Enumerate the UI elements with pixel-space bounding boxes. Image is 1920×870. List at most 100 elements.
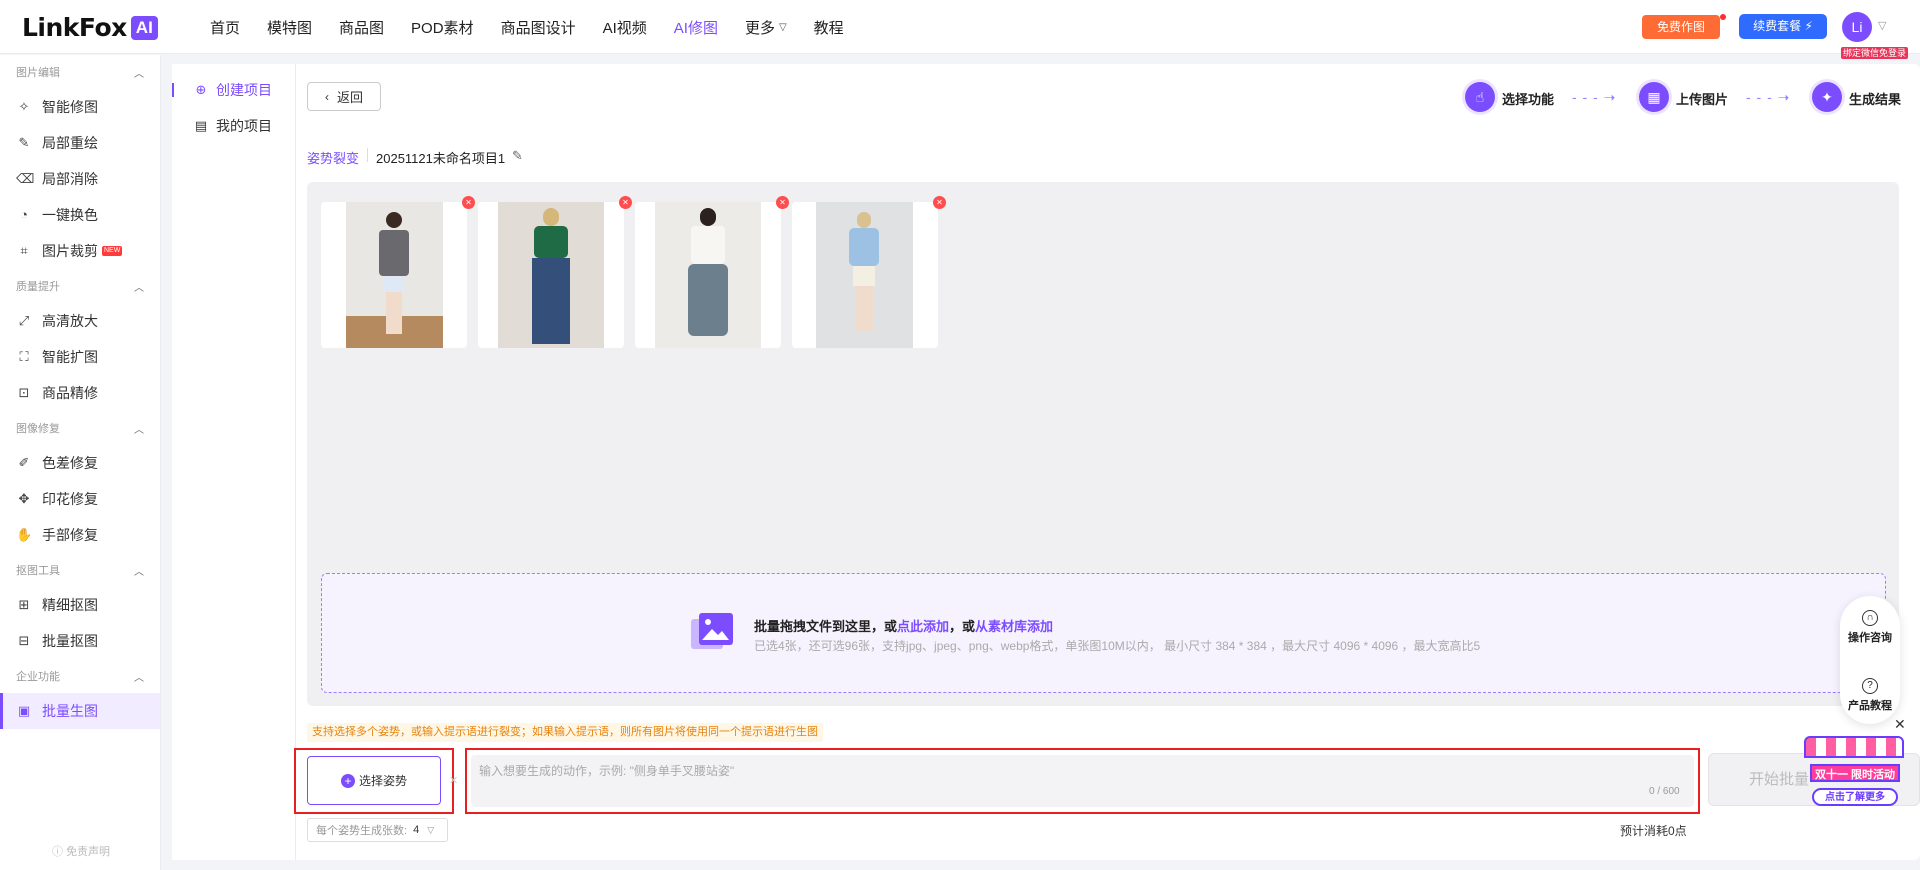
estimated-cost: 预计消耗0点 bbox=[1620, 824, 1687, 838]
project-name: 20251121未命名项目1 bbox=[376, 151, 506, 166]
sidebar-item-recolor[interactable]: ◔ 一键换色 bbox=[0, 197, 160, 233]
nav-model[interactable]: 模特图 bbox=[267, 17, 312, 38]
sidebar-group-enterprise[interactable]: 企业功能 ︿ bbox=[0, 659, 160, 693]
images-per-pose-select[interactable]: 每个姿势生成张数: 4 ▽ bbox=[307, 818, 448, 842]
create-project-label: 创建项目 bbox=[216, 82, 272, 98]
person-sweater bbox=[849, 228, 879, 266]
promo-widget[interactable]: 双十一 限时活动 点击了解更多 bbox=[1800, 726, 1908, 816]
sidebar-item-crop[interactable]: ⌗ 图片裁剪 NEW bbox=[0, 233, 160, 269]
sidebar-item-label: 手部修复 bbox=[42, 527, 98, 543]
lightbulb-icon: ✦ bbox=[1812, 82, 1842, 112]
chevron-left-icon: ‹ bbox=[324, 89, 329, 104]
add-from-library-link[interactable]: 从素材库添加 bbox=[975, 619, 1053, 634]
sidebar-item-label: 批量生图 bbox=[42, 703, 98, 719]
nav-home[interactable]: 首页 bbox=[210, 17, 240, 38]
delete-icon[interactable]: ✕ bbox=[933, 196, 946, 209]
dropzone-subtitle: 已选4张，还可选96张，支持jpg、jpeg、png、webp格式，单张图10M… bbox=[754, 639, 1481, 653]
pattern-fix-icon: ✥ bbox=[18, 491, 30, 506]
sidebar-item-refine[interactable]: ⊡ 商品精修 bbox=[0, 375, 160, 411]
nav-tutorial[interactable]: 教程 bbox=[814, 17, 844, 38]
my-projects-label: 我的项目 bbox=[216, 118, 272, 134]
action-prompt-input[interactable] bbox=[471, 755, 1694, 807]
char-counter: 0 / 600 bbox=[1649, 786, 1680, 797]
disclaimer-link[interactable]: ⓘ 免责声明 bbox=[52, 843, 110, 859]
upload-image-icon: ▦ bbox=[1639, 82, 1669, 112]
notification-dot bbox=[1720, 14, 1726, 20]
sidebar-item-smart-retouch[interactable]: ✧ 智能修图 bbox=[0, 89, 160, 125]
sidebar-item-batch-cutout[interactable]: ⊟ 批量抠图 bbox=[0, 623, 160, 659]
delete-icon[interactable]: ✕ bbox=[619, 196, 632, 209]
upload-dropzone[interactable] bbox=[321, 573, 1886, 693]
chevron-up-icon: ︿ bbox=[134, 567, 144, 578]
color-swap-icon: ◔ bbox=[20, 207, 28, 222]
tutorial-button[interactable]: ? 产品教程 bbox=[1840, 678, 1900, 713]
consult-button[interactable]: ∩ 操作咨询 bbox=[1840, 610, 1900, 645]
image-thumbnail[interactable]: ✕ bbox=[478, 196, 632, 348]
floating-help-panel: ∩ 操作咨询 ? 产品教程 bbox=[1840, 596, 1900, 724]
person-head bbox=[386, 212, 402, 228]
sidebar-item-fine-cutout[interactable]: ⊞ 精细抠图 bbox=[0, 587, 160, 623]
close-icon[interactable]: ✕ bbox=[1894, 716, 1906, 733]
avatar[interactable]: Li bbox=[1842, 12, 1872, 42]
sidebar-item-hand-fix[interactable]: ✋ 手部修复 bbox=[0, 517, 160, 553]
plus-circle-icon: ⊕ bbox=[195, 82, 207, 97]
promo-learn-more-button[interactable]: 点击了解更多 bbox=[1812, 788, 1898, 806]
my-projects-item[interactable]: ▤ 我的项目 bbox=[172, 111, 296, 141]
edit-icon: ✎ bbox=[18, 135, 30, 150]
chevron-down-icon[interactable]: ▽ bbox=[1878, 19, 1886, 32]
create-project-item[interactable]: ⊕ 创建项目 bbox=[172, 75, 296, 105]
sidebar-group-title: 质量提升 bbox=[16, 281, 60, 293]
consult-label: 操作咨询 bbox=[1848, 632, 1892, 644]
nav-more-label: 更多 bbox=[744, 19, 775, 37]
sidebar-item-label: 局部消除 bbox=[42, 171, 98, 187]
bind-wechat-badge[interactable]: 绑定微信免登录 bbox=[1841, 47, 1909, 59]
renew-plan-label: 续费套餐 bbox=[1753, 19, 1802, 33]
image-thumbnail[interactable]: ✕ bbox=[321, 196, 475, 348]
free-generate-button[interactable]: 免费作图 bbox=[1642, 15, 1720, 39]
image-thumbnail[interactable]: ✕ bbox=[635, 196, 789, 348]
tutorial-label: 产品教程 bbox=[1848, 700, 1892, 712]
step-arrow-icon: - - - ➝ bbox=[1746, 89, 1791, 105]
renew-plan-button[interactable]: 续费套餐 ⚡ bbox=[1739, 14, 1827, 39]
batch-cutout-icon: ⊟ bbox=[18, 633, 30, 648]
upscale-icon: ⤢ bbox=[18, 313, 30, 328]
delete-icon[interactable]: ✕ bbox=[462, 196, 475, 209]
close-icon[interactable]: ✕ bbox=[449, 774, 458, 787]
sidebar-group-edit[interactable]: 图片编辑 ︿ bbox=[0, 55, 160, 89]
sidebar-item-label: 色差修复 bbox=[42, 455, 98, 471]
select-pose-label: 选择姿势 bbox=[358, 774, 407, 788]
nav-ai-retouch[interactable]: AI修图 bbox=[674, 17, 718, 38]
sidebar-group-repair[interactable]: 图像修复 ︿ bbox=[0, 411, 160, 445]
hand-icon: ✋ bbox=[16, 527, 33, 542]
chevron-up-icon: ︿ bbox=[134, 673, 144, 684]
sidebar-item-outpaint[interactable]: ⛶ 智能扩图 bbox=[0, 339, 160, 375]
delete-icon[interactable]: ✕ bbox=[776, 196, 789, 209]
sidebar-group-quality[interactable]: 质量提升 ︿ bbox=[0, 269, 160, 303]
nav-more[interactable]: 更多 ▽ bbox=[745, 17, 787, 38]
sidebar-item-print-fix[interactable]: ✥ 印花修复 bbox=[0, 481, 160, 517]
sidebar-item-batch-generate[interactable]: ▣ 批量生图 bbox=[0, 693, 160, 729]
sidebar-item-upscale[interactable]: ⤢ 高清放大 bbox=[0, 303, 160, 339]
crop-icon: ⌗ bbox=[20, 243, 28, 258]
person-tshirt bbox=[691, 226, 725, 264]
image-thumbnail[interactable]: ✕ bbox=[792, 196, 946, 348]
sidebar-item-erase[interactable]: ⌫ 局部消除 bbox=[0, 161, 160, 197]
question-icon: ? bbox=[1862, 678, 1878, 694]
nav-product[interactable]: 商品图 bbox=[339, 17, 384, 38]
promo-banner: 双十一 限时活动 bbox=[1810, 764, 1900, 782]
edit-icon[interactable]: ✎ bbox=[512, 148, 523, 164]
sidebar: 图片编辑 ︿ ✧ 智能修图 ✎ 局部重绘 ⌫ 局部消除 ◔ 一键换色 ⌗ 图片裁剪 NEW 质… bbox=[0, 55, 161, 870]
back-button[interactable]: ‹ 返回 bbox=[307, 82, 381, 111]
select-pose-button[interactable]: + 选择姿势 bbox=[307, 756, 441, 805]
plus-icon: + bbox=[340, 773, 355, 788]
click-to-add-link[interactable]: 点此添加 bbox=[897, 619, 949, 634]
nav-pod[interactable]: POD素材 bbox=[411, 17, 474, 38]
feature-crumb[interactable]: 姿势裂变 bbox=[307, 148, 359, 167]
sidebar-item-color-fix[interactable]: ✐ 色差修复 bbox=[0, 445, 160, 481]
sidebar-item-inpaint[interactable]: ✎ 局部重绘 bbox=[0, 125, 160, 161]
nav-design[interactable]: 商品图设计 bbox=[501, 17, 576, 38]
logo[interactable]: LinkFox AI bbox=[22, 13, 158, 42]
nav-ai-video[interactable]: AI视频 bbox=[603, 17, 647, 38]
sidebar-group-cutout[interactable]: 抠图工具 ︿ bbox=[0, 553, 160, 587]
person-legs bbox=[386, 292, 402, 334]
